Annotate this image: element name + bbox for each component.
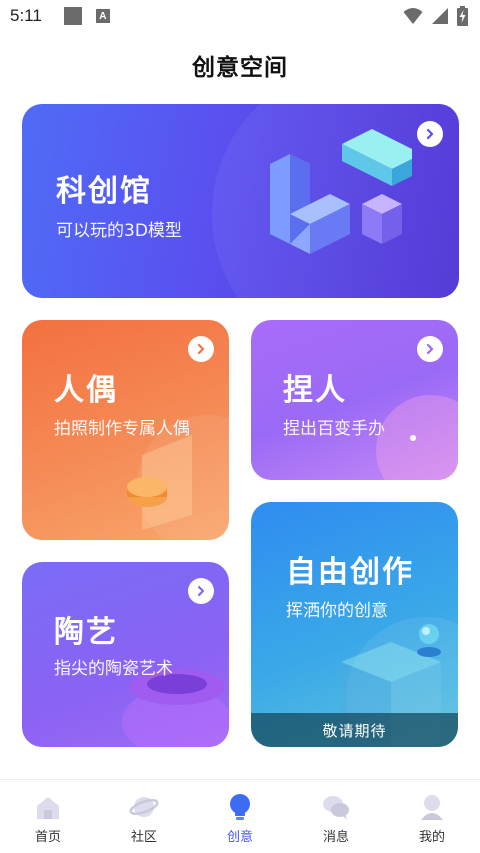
notification-square-icon — [63, 7, 82, 25]
nav-home-label: 首页 — [34, 830, 61, 845]
ouren-arrow-button[interactable] — [188, 336, 214, 362]
nieren-arrow-button[interactable] — [417, 336, 443, 362]
nav-profile-label: 我的 — [418, 830, 445, 845]
nav-creative-label: 创意 — [226, 830, 253, 845]
ziyou-subtitle: 挥洒你的创意 — [286, 601, 388, 621]
wifi-icon — [403, 8, 423, 24]
kechuang-arrow-button[interactable] — [417, 121, 443, 147]
status-bar: 5:11 A — [0, 0, 480, 32]
page-title: 创意空间 — [192, 55, 288, 81]
lightbulb-icon — [230, 794, 250, 820]
kechuang-title: 科创馆 — [56, 174, 152, 209]
nav-creative[interactable]: 创意 — [200, 792, 280, 845]
profile-icon — [421, 795, 443, 820]
nav-home[interactable]: 首页 — [8, 792, 88, 845]
nav-profile[interactable]: 我的 — [392, 792, 472, 845]
3d-blocks-icon — [270, 129, 412, 254]
chevron-right-icon — [197, 585, 205, 597]
nav-community-label: 社区 — [130, 830, 157, 845]
taoyi-card[interactable]: 陶艺 指尖的陶瓷艺术 — [22, 562, 229, 747]
taoyi-subtitle: 指尖的陶瓷艺术 — [54, 659, 173, 679]
status-indicators — [403, 6, 468, 26]
taoyi-arrow-button[interactable] — [188, 578, 214, 604]
ziyou-card[interactable]: 自由创作 挥洒你的创意 敬请期待 — [251, 502, 458, 747]
taoyi-title: 陶艺 — [54, 615, 118, 650]
kechuang-subtitle: 可以玩的3D模型 — [56, 221, 182, 241]
coming-soon-label: 敬请期待 — [251, 713, 458, 747]
ouren-subtitle: 拍照制作专属人偶 — [54, 419, 190, 439]
chevron-right-icon — [426, 343, 434, 355]
nav-messages[interactable]: 消息 — [296, 792, 376, 845]
home-icon — [37, 797, 59, 819]
nav-messages-label: 消息 — [322, 830, 349, 845]
battery-charging-icon — [457, 6, 468, 26]
planet-icon — [129, 797, 159, 817]
ouren-title: 人偶 — [54, 373, 118, 408]
nieren-subtitle: 捏出百变手办 — [283, 419, 385, 439]
kechuang-card[interactable]: 科创馆 可以玩的3D模型 — [22, 104, 459, 298]
nieren-card[interactable]: 捏人 捏出百变手办 — [251, 320, 458, 480]
ouren-card[interactable]: 人偶 拍照制作专属人偶 — [22, 320, 229, 540]
chat-bubbles-icon — [323, 796, 349, 820]
chevron-right-icon — [197, 343, 205, 355]
bottom-nav: 首页 社区 创意 消息 我的 — [0, 779, 480, 853]
nieren-title: 捏人 — [283, 373, 347, 408]
notification-a-icon: A — [95, 9, 110, 23]
ziyou-title: 自由创作 — [286, 555, 414, 590]
nav-community[interactable]: 社区 — [104, 792, 184, 845]
chevron-right-icon — [426, 128, 434, 140]
signal-icon — [432, 8, 448, 24]
status-time: 5:11 — [10, 6, 42, 25]
